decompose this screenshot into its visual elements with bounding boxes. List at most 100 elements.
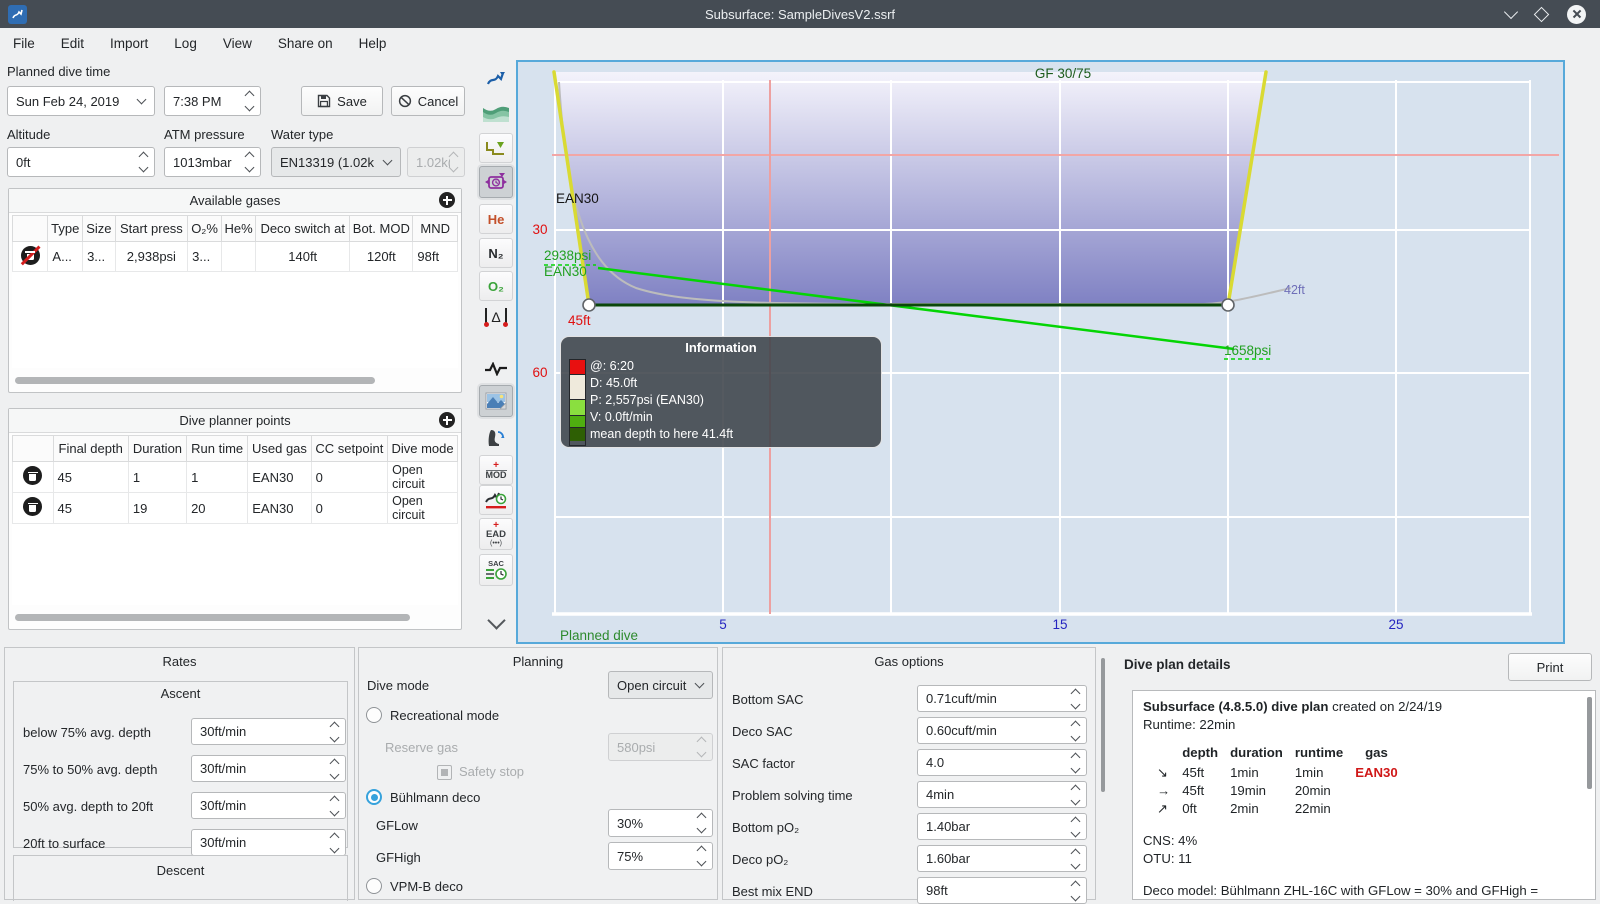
dive-mode-label: Dive mode: [367, 678, 430, 693]
sac-icon[interactable]: SAC: [479, 554, 513, 586]
toggle-o2-graph-icon[interactable]: O₂: [479, 271, 513, 301]
menu-help[interactable]: Help: [346, 28, 400, 58]
show-photos-icon[interactable]: [479, 385, 513, 417]
gas-option-label: Deco SAC: [732, 724, 793, 739]
tooltip-depth: D: 45.0ft: [590, 376, 638, 390]
toggle-n2-graph-icon[interactable]: N₂: [479, 238, 513, 268]
maximize-icon[interactable]: [1533, 6, 1550, 22]
heartrate-icon[interactable]: [479, 354, 513, 384]
dive-date-select[interactable]: Sun Feb 24, 2019: [7, 86, 155, 116]
menu-file[interactable]: File: [0, 28, 48, 58]
tooltip-speed: V: 0.0ft/min: [590, 410, 653, 424]
descent-group: Descent: [13, 855, 348, 901]
rate-label: 50% avg. depth to 20ft: [23, 799, 154, 814]
toggle-he-graph-icon[interactable]: He: [479, 204, 513, 234]
gas-options-panel: Gas options Bottom SAC Deco SAC SAC fact…: [722, 647, 1096, 904]
time-tick-25: 25: [1388, 617, 1403, 632]
chevron-down-icon: [136, 94, 147, 105]
waves-icon[interactable]: [479, 98, 513, 128]
plan-v-scrollbar[interactable]: [1587, 697, 1592, 789]
altitude-spinner[interactable]: 0ft: [7, 147, 155, 177]
mod-icon[interactable]: + MOD: [479, 455, 513, 485]
svg-text:SAC: SAC: [488, 559, 504, 568]
menu-view[interactable]: View: [210, 28, 265, 58]
descent-gas-label: EAN30: [556, 191, 599, 206]
deco-sac-spinner[interactable]: 0.60cuft/min: [917, 717, 1087, 744]
dive-time-spinner[interactable]: 7:38 PM: [164, 86, 261, 116]
dive-planner-icon[interactable]: [479, 166, 513, 198]
profile-toggle-icon[interactable]: [479, 133, 513, 163]
rates-panel: Rates Ascent below 75% avg. depth 75% to…: [4, 647, 355, 901]
vpmb-deco-radio[interactable]: [366, 878, 382, 894]
deco-po2-spinner[interactable]: 1.60bar: [917, 845, 1087, 872]
delete-point-icon[interactable]: [23, 466, 43, 485]
plan-cns: CNS: 4%: [1143, 833, 1198, 848]
gflow-spinner[interactable]: 30%: [608, 809, 713, 837]
menu-import[interactable]: Import: [97, 28, 161, 58]
rates-title: Rates: [162, 654, 197, 669]
water-density-spinner: 1.02k(: [407, 147, 465, 177]
menu-share-on[interactable]: Share on: [265, 28, 346, 58]
dive-mode-select[interactable]: Open circuit: [608, 671, 713, 699]
gas-change-icon[interactable]: [479, 423, 513, 453]
menu-log[interactable]: Log: [161, 28, 210, 58]
available-gases-panel: Available gases Type Size Start press O₂…: [8, 188, 462, 393]
ascent-rate-spinner[interactable]: 30ft/min: [191, 792, 346, 819]
descent-title: Descent: [156, 863, 205, 878]
cancel-button[interactable]: Cancel: [391, 86, 465, 116]
reserve-gas-spinner: 580psi: [608, 733, 713, 761]
dive-plan-text[interactable]: Subsurface (4.8.5.0) dive plan created o…: [1132, 690, 1596, 900]
planning-panel: Planning Dive mode Open circuit Recreati…: [358, 647, 718, 900]
delete-gas-icon[interactable]: [20, 245, 40, 266]
add-point-button[interactable]: [439, 412, 455, 428]
ruler-icon[interactable]: Δ: [479, 302, 513, 332]
point-row[interactable]: 45 1 1 EAN30 0 Open circuit: [12, 461, 458, 493]
buhlmann-deco-radio[interactable]: [366, 789, 382, 805]
atm-pressure-label: ATM pressure: [164, 127, 245, 142]
ascent-rate-spinner[interactable]: 30ft/min: [191, 718, 346, 745]
ascent-rate-spinner[interactable]: 30ft/min: [191, 829, 346, 856]
rate-label: 20ft to surface: [23, 836, 106, 851]
bottom-po2-spinner[interactable]: 1.40bar: [917, 813, 1087, 840]
close-icon[interactable]: [1567, 4, 1586, 24]
ndl-time-icon[interactable]: [479, 485, 513, 515]
sac-factor-spinner[interactable]: 4.0: [917, 749, 1087, 776]
dive-list-icon[interactable]: [479, 64, 513, 94]
gas-option-label: Problem solving time: [732, 788, 853, 803]
bottom-sac-spinner[interactable]: 0.71cuft/min: [917, 685, 1087, 712]
save-button[interactable]: Save: [301, 86, 383, 116]
delete-point-icon[interactable]: [23, 497, 43, 516]
add-gas-button[interactable]: [439, 192, 455, 208]
planner-points-table: Final depth Duration Run time Used gas C…: [12, 435, 458, 524]
panel-v-scrollbar[interactable]: [1101, 658, 1105, 792]
menu-edit[interactable]: Edit: [48, 28, 97, 58]
dive-plan-details-panel: Dive plan details Print Subsurface (4.8.…: [1112, 647, 1600, 900]
waypoint-handle[interactable]: [1221, 298, 1235, 312]
rate-label: below 75% avg. depth: [23, 725, 151, 740]
planned-dive-label: Planned dive: [560, 628, 638, 642]
planning-title: Planning: [512, 654, 564, 669]
dive-profile-chart[interactable]: GF 30/75 EAN30 2938psi EAN30 45ft 42ft 1…: [516, 60, 1565, 644]
tooltip-time: @: 6:20: [590, 359, 634, 373]
scroll-down-icon[interactable]: [479, 608, 513, 638]
level-arrow: →: [1157, 783, 1171, 798]
point-row[interactable]: 45 19 20 EAN30 0 Open circuit: [12, 492, 458, 524]
ascent-rate-spinner[interactable]: 30ft/min: [191, 755, 346, 782]
planned-dive-time-label: Planned dive time: [7, 64, 111, 79]
points-h-scrollbar[interactable]: [15, 614, 410, 621]
dive-planner-points-title: Dive planner points: [9, 409, 461, 433]
dive-plan-details-title: Dive plan details: [1124, 657, 1231, 672]
minimize-icon[interactable]: [1503, 4, 1519, 20]
gas-row[interactable]: A... 3... 2,938psi 3... 140ft 120ft 98ft: [12, 241, 458, 272]
ead-icon[interactable]: + EAD (•••): [479, 518, 513, 550]
recreational-mode-radio[interactable]: [366, 707, 382, 723]
gfhigh-spinner[interactable]: 75%: [608, 842, 713, 870]
gas-option-label: Bottom SAC: [732, 692, 804, 707]
gases-h-scrollbar[interactable]: [15, 377, 375, 384]
print-button[interactable]: Print: [1508, 653, 1592, 681]
menu-bar: File Edit Import Log View Share on Help: [0, 28, 1600, 58]
water-type-select[interactable]: EN13319 (1.02k: [271, 147, 401, 177]
atm-pressure-spinner[interactable]: 1013mbar: [164, 147, 261, 177]
problem-time-spinner[interactable]: 4min: [917, 781, 1087, 808]
waypoint-handle[interactable]: [582, 298, 596, 312]
